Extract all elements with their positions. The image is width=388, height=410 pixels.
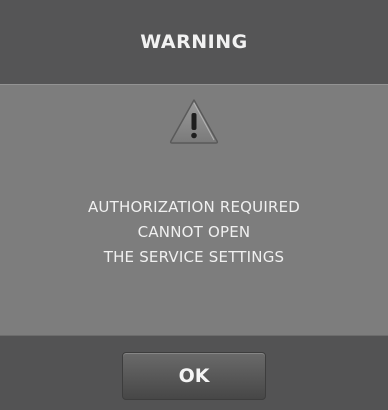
message-line: THE SERVICE SETTINGS bbox=[103, 248, 285, 266]
ok-button[interactable]: OK bbox=[122, 352, 266, 400]
dialog-footer: OK bbox=[0, 336, 388, 410]
message-line: CANNOT OPEN bbox=[137, 223, 251, 241]
dialog-title: WARNING bbox=[140, 31, 248, 53]
warning-icon bbox=[169, 99, 219, 144]
message-line: AUTHORIZATION REQUIRED bbox=[87, 198, 301, 216]
dialog-title-bar: WARNING bbox=[0, 0, 388, 84]
warning-dialog: WARNING AUTHORIZATION REQUIRED CANNOT OP… bbox=[0, 0, 388, 410]
ok-button-label: OK bbox=[178, 365, 210, 387]
dialog-message: AUTHORIZATION REQUIRED CANNOT OPEN THE S… bbox=[0, 195, 388, 270]
dialog-body: AUTHORIZATION REQUIRED CANNOT OPEN THE S… bbox=[0, 84, 388, 336]
